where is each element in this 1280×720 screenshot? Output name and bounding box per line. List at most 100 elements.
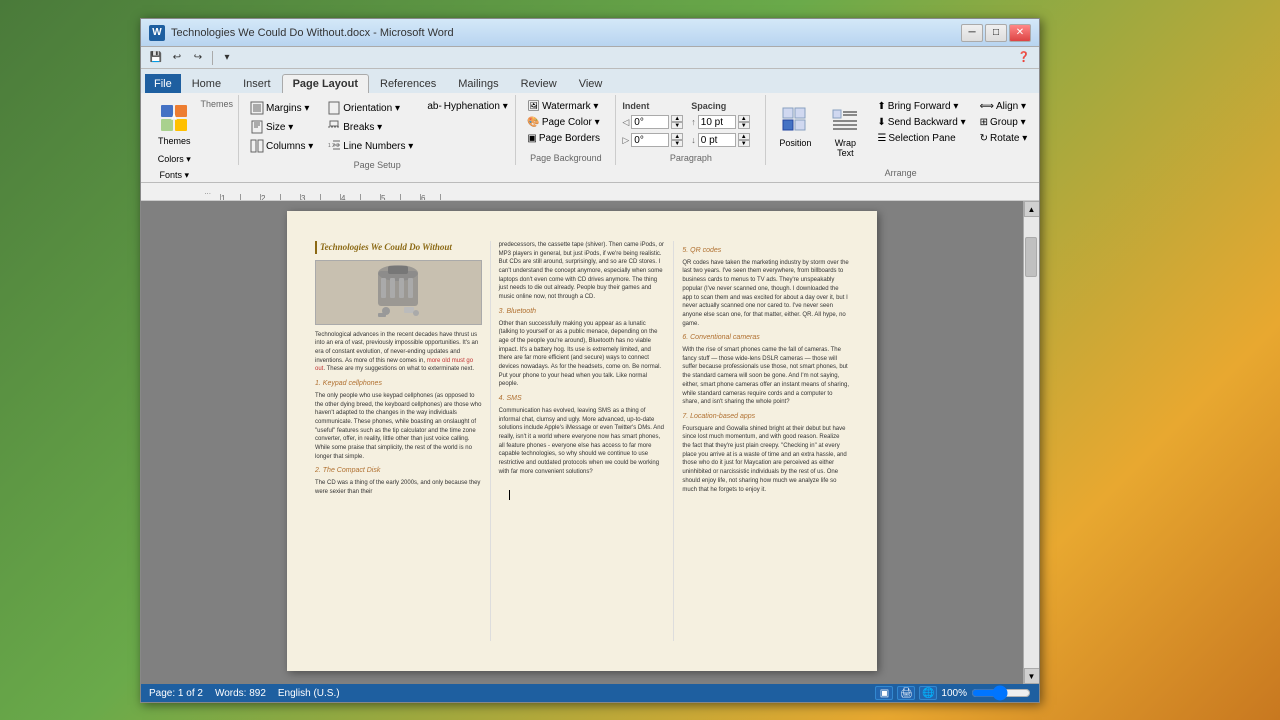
orientation-button[interactable]: Orientation ▾	[322, 99, 418, 117]
cursor-area[interactable]	[499, 480, 666, 510]
watermark-icon: 🖼	[527, 101, 540, 112]
scroll-track[interactable]	[1024, 217, 1039, 668]
undo-button[interactable]: ↩	[168, 49, 186, 67]
document-area: Technologies We Could Do Without	[141, 201, 1039, 684]
spacing-before-spinner[interactable]: ▲ ▼	[738, 115, 750, 129]
line-numbers-button[interactable]: 1 2 3 Line Numbers ▾	[322, 137, 418, 155]
spacing-label: Spacing	[691, 101, 750, 111]
page-borders-button[interactable]: ▣ Page Borders	[522, 131, 605, 146]
themes-button[interactable]: A Themes	[151, 97, 198, 151]
indent-right-field[interactable]: 0°	[631, 133, 669, 147]
zoom-slider[interactable]	[971, 687, 1031, 699]
theme-colors-button[interactable]: Colors ▾	[153, 152, 196, 167]
bring-forward-button[interactable]: ⬆ Bring Forward ▾	[872, 99, 970, 114]
spacing-after-field[interactable]: 0 pt	[698, 133, 736, 147]
col2-text1: Other than successfully making you appea…	[499, 320, 666, 390]
indent-right-up[interactable]: ▲	[671, 133, 683, 140]
indent-left-spinner[interactable]: ▲ ▼	[671, 115, 683, 129]
ruler-mark: 2	[261, 194, 281, 200]
scroll-down-button[interactable]: ▼	[1024, 668, 1040, 684]
ruler-mark: 3	[301, 194, 321, 200]
spacing-before-icon: ↑	[691, 117, 696, 127]
wrap-text-icon	[829, 104, 861, 136]
paragraph-group-label: Paragraph	[622, 153, 759, 163]
size-button[interactable]: Size ▾	[245, 118, 318, 136]
rotate-label: Rotate ▾	[990, 133, 1027, 144]
page-info: Page: 1 of 2	[149, 688, 203, 699]
send-backward-icon: ⬇	[877, 117, 885, 128]
wrap-text-button[interactable]: WrapText	[822, 99, 868, 163]
orientation-label: Orientation ▾	[343, 103, 400, 114]
col2-heading1: 3. Bluetooth	[499, 307, 666, 317]
document-page[interactable]: Technologies We Could Do Without	[287, 211, 877, 671]
indent-right-spinner[interactable]: ▲ ▼	[671, 133, 683, 147]
align-icon: ⟺	[980, 101, 994, 112]
page-color-button[interactable]: 🎨 Page Color ▾	[522, 115, 605, 130]
col2-intro: predecessors, the cassette tape (shiver)…	[499, 241, 666, 302]
view-web-button[interactable]: 🌐	[919, 686, 937, 700]
scroll-up-button[interactable]: ▲	[1024, 201, 1040, 217]
group-button[interactable]: ⊞ Group ▾	[975, 115, 1033, 130]
watermark-button[interactable]: 🖼 Watermark ▾	[522, 99, 605, 114]
tab-mailings[interactable]: Mailings	[447, 74, 509, 93]
rotate-icon: ↻	[980, 133, 988, 144]
hyphenation-button[interactable]: ab- Hyphenation ▾	[422, 99, 512, 114]
spacing-before-field[interactable]: 10 pt	[698, 115, 736, 129]
margins-button[interactable]: Margins ▾	[245, 99, 318, 117]
tab-review[interactable]: Review	[510, 74, 568, 93]
ruler-mark	[401, 194, 421, 200]
columns-button[interactable]: Columns ▾	[245, 137, 318, 155]
view-normal-button[interactable]: ▣	[875, 686, 893, 700]
send-backward-button[interactable]: ⬇ Send Backward ▾	[872, 115, 970, 130]
tab-home[interactable]: Home	[181, 74, 232, 93]
indent-left-icon: ◁	[622, 117, 629, 128]
tab-insert[interactable]: Insert	[232, 74, 282, 93]
title-bar: W Technologies We Could Do Without.docx …	[141, 19, 1039, 47]
themes-icon: A	[158, 102, 190, 134]
hyphenation-label: Hyphenation ▾	[444, 101, 508, 112]
themes-label: Themes	[158, 136, 191, 146]
tab-references[interactable]: References	[369, 74, 447, 93]
document-content: Technologies We Could Do Without	[141, 201, 1023, 684]
colors-label: Colors ▾	[158, 154, 191, 165]
close-button[interactable]: ✕	[1009, 24, 1031, 42]
spacing-after-up[interactable]: ▲	[738, 133, 750, 140]
spacing-before-up[interactable]: ▲	[738, 115, 750, 122]
status-bar: Page: 1 of 2 Words: 892 English (U.S.) ▣…	[141, 684, 1039, 702]
col1-text2: The CD was a thing of the early 2000s, a…	[315, 479, 482, 496]
maximize-button[interactable]: □	[985, 24, 1007, 42]
zoom-level: 100%	[941, 688, 967, 699]
indent-label: Indent	[622, 101, 683, 111]
spacing-after-spinner[interactable]: ▲ ▼	[738, 133, 750, 147]
align-button[interactable]: ⟺ Align ▾	[975, 99, 1033, 114]
breaks-button[interactable]: Breaks ▾	[322, 118, 418, 136]
tab-page-layout[interactable]: Page Layout	[282, 74, 369, 93]
tab-view[interactable]: View	[568, 74, 614, 93]
word-window: W Technologies We Could Do Without.docx …	[140, 18, 1040, 703]
minimize-button[interactable]: ─	[961, 24, 983, 42]
arrange-group-label: Arrange	[772, 168, 1029, 178]
selection-pane-button[interactable]: ☰ Selection Pane	[872, 131, 970, 146]
save-button[interactable]: 💾	[147, 49, 165, 67]
ribbon-tabs: File Home Insert Page Layout References …	[141, 69, 1039, 93]
help-button[interactable]: ❓	[1015, 49, 1033, 67]
indent-left-up[interactable]: ▲	[671, 115, 683, 122]
rotate-button[interactable]: ↻ Rotate ▾	[975, 131, 1033, 146]
redo-button[interactable]: ↪	[189, 49, 207, 67]
scroll-thumb[interactable]	[1025, 237, 1037, 277]
indent-right-down[interactable]: ▼	[671, 140, 683, 147]
spacing-before-down[interactable]: ▼	[738, 122, 750, 129]
spacing-after-down[interactable]: ▼	[738, 140, 750, 147]
theme-fonts-button[interactable]: Fonts ▾	[154, 168, 194, 183]
indent-left-down[interactable]: ▼	[671, 122, 683, 129]
page-background-group: 🖼 Watermark ▾ 🎨 Page Color ▾ ▣ Page Bord…	[516, 95, 616, 165]
selection-pane-icon: ☰	[877, 133, 886, 144]
position-button[interactable]: Position	[772, 99, 818, 153]
toolbar-separator	[212, 51, 213, 65]
col1-text1: The only people who use keypad cellphone…	[315, 392, 482, 462]
view-print-button[interactable]: 🖨	[897, 686, 915, 700]
tab-file[interactable]: File	[145, 74, 181, 93]
indent-left-field[interactable]: 0°	[631, 115, 669, 129]
indent-left-row: ◁ 0° ▲ ▼	[622, 115, 683, 129]
customize-button[interactable]: ▾	[218, 49, 236, 67]
